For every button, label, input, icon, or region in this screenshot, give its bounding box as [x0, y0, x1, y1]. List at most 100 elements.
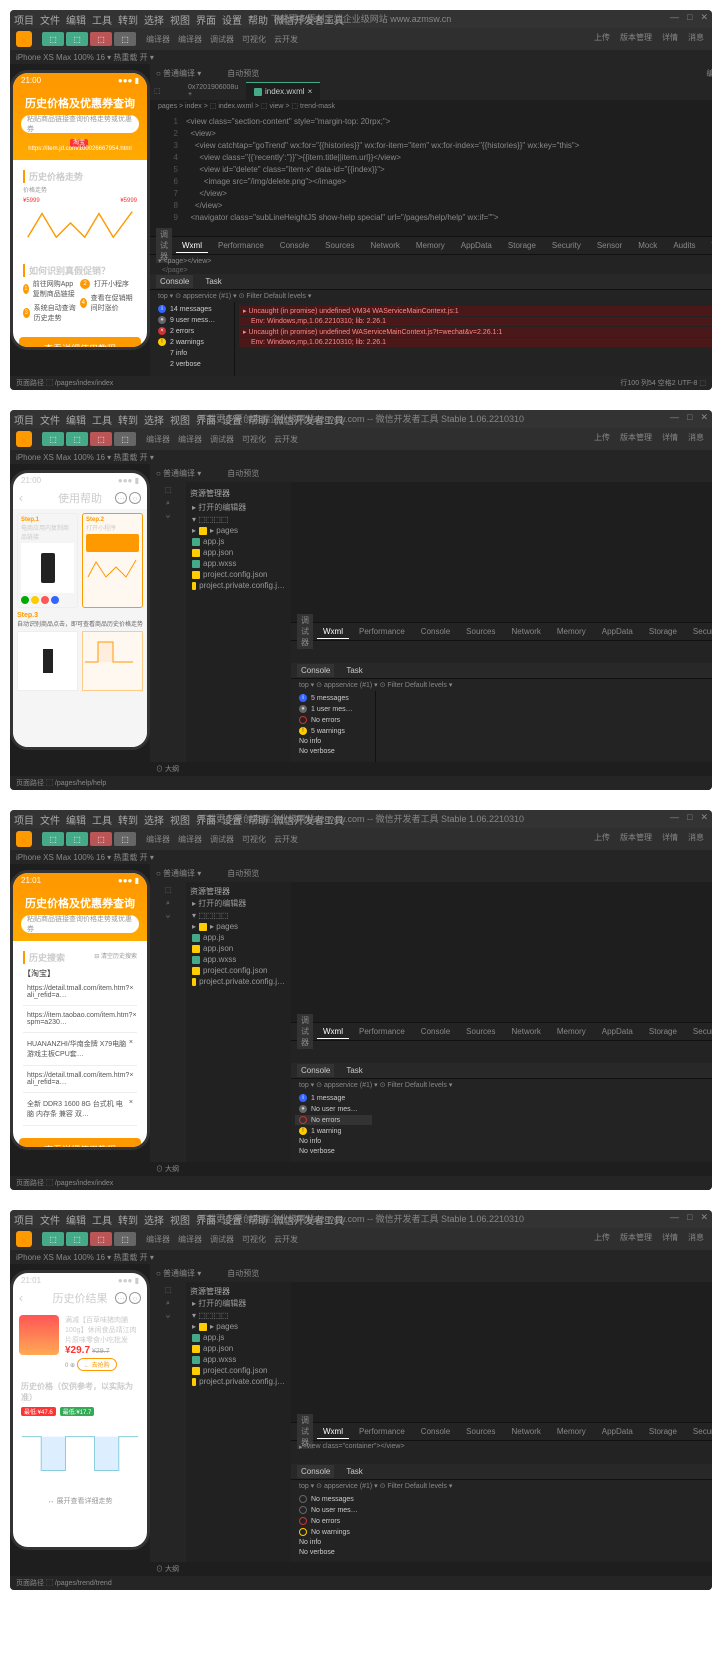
console-tab[interactable]: Console — [297, 1064, 334, 1077]
tree-item[interactable]: app.js — [203, 933, 224, 942]
task-tab[interactable]: Task — [342, 664, 366, 677]
outline-label[interactable]: ⊙ 大纲 — [150, 1562, 712, 1576]
dt-tab[interactable]: Wxml — [317, 625, 349, 639]
dt-tab[interactable]: Security — [687, 1425, 712, 1438]
task-tab[interactable]: Task — [342, 1465, 366, 1478]
msg-count[interactable]: 2 errors — [170, 328, 194, 335]
tree-item[interactable]: ▾ ⬚⬚⬚⬚ — [190, 1310, 287, 1321]
device-bar[interactable]: iPhone XS Max 100% 16 ▾ 热重载 开 ▾ — [10, 1250, 712, 1264]
menu-item[interactable]: 转到 — [118, 1212, 138, 1227]
tree-item[interactable]: project.private.config.j… — [199, 581, 285, 590]
autopreview[interactable]: 自动预览 — [227, 68, 259, 79]
dt-tab[interactable]: Audits — [667, 239, 701, 252]
back-icon[interactable]: ‹ — [19, 491, 23, 505]
expand-button[interactable]: ↔ 展开查看详细走势 — [13, 1496, 147, 1506]
delete-icon[interactable]: × — [129, 1039, 133, 1059]
git-icon[interactable]: ⑂ — [166, 514, 170, 521]
menu-item[interactable]: 工具 — [92, 1212, 112, 1227]
menu-item[interactable]: 选择 — [144, 812, 164, 827]
tb-upload[interactable]: 上传 — [594, 1232, 610, 1243]
menu-item[interactable]: 项目 — [14, 812, 34, 827]
msg-count[interactable]: No user mes… — [311, 1507, 358, 1514]
tree-item[interactable]: app.json — [203, 1344, 233, 1353]
btn[interactable]: ⬚ — [66, 1232, 88, 1246]
dt-tab[interactable]: Performance — [353, 1025, 411, 1038]
compile-actions[interactable]: 编译 预览 真机调试 清缓存 — [706, 68, 712, 79]
hist-item[interactable]: https://item.taobao.com/item.htm?spm=a23… — [27, 1012, 132, 1026]
btn[interactable]: ⬚ — [42, 832, 64, 846]
btn[interactable]: ⬚ — [66, 832, 88, 846]
search-input[interactable]: 粘贴商品链接查询价格走势或优惠券 — [27, 914, 133, 934]
tb-detail[interactable]: 详情 — [662, 1232, 678, 1243]
dt-tab[interactable]: Storage — [643, 1425, 683, 1438]
dt-tab[interactable]: Console — [274, 239, 315, 252]
btn[interactable]: ⬚ — [114, 432, 136, 446]
tree-item[interactable]: ▸ 打开的编辑器 — [190, 897, 287, 910]
console-filter[interactable]: top ▾ ⊙ appservice (#1) ▾ ⊙ Filter Defau… — [299, 681, 452, 689]
menu-item[interactable]: 转到 — [118, 12, 138, 27]
hist-item[interactable]: 全新 DDR3 1600 8G 台式机 电脑 内存条 兼容 双… — [27, 1099, 129, 1119]
git-icon[interactable]: ⑂ — [166, 914, 170, 921]
tb-msg[interactable]: 消息 — [688, 432, 704, 443]
btn[interactable]: ⬚ — [114, 1232, 136, 1246]
menu-item[interactable]: 编辑 — [66, 12, 86, 27]
btn[interactable]: ⬚ — [42, 432, 64, 446]
btn[interactable]: ⬚ — [90, 432, 112, 446]
btn[interactable]: ⬚ — [90, 1232, 112, 1246]
tree-item[interactable]: project.config.json — [203, 570, 267, 579]
tree-item[interactable]: app.json — [203, 944, 233, 953]
menu-item[interactable]: 视图 — [170, 12, 190, 27]
msg-count[interactable]: 9 user mess… — [170, 317, 215, 324]
menu-item[interactable]: 项目 — [14, 412, 34, 427]
tb-detail[interactable]: 详情 — [662, 32, 678, 43]
tree-item[interactable]: ▾ ⬚⬚⬚⬚ — [190, 910, 287, 921]
autopreview[interactable]: 自动预览 — [227, 468, 259, 479]
tree-item[interactable]: app.js — [203, 537, 224, 546]
console-tab[interactable]: Console — [297, 664, 334, 677]
menu-item[interactable]: 文件 — [40, 1212, 60, 1227]
dt-tab[interactable]: Console — [415, 1425, 456, 1438]
msg-count[interactable]: No user mes… — [311, 1106, 358, 1113]
dt-tab[interactable]: Sources — [460, 1425, 501, 1438]
dt-tab[interactable]: Security — [546, 239, 587, 252]
maximize-icon[interactable]: □ — [687, 412, 692, 423]
msg-count[interactable]: 1 warning — [311, 1128, 341, 1135]
minimize-icon[interactable]: — — [670, 1212, 679, 1223]
search-icon[interactable]: ⌕ — [166, 500, 170, 508]
tb-upload[interactable]: 上传 — [594, 32, 610, 43]
msg-count[interactable]: 1 user mes… — [311, 706, 353, 713]
dt-tab[interactable]: Network — [506, 1025, 547, 1038]
close-icon[interactable]: ✕ — [700, 1212, 708, 1223]
msg-count[interactable]: 1 message — [311, 1095, 345, 1102]
tree-item[interactable]: ▸ pages — [210, 1322, 238, 1331]
delete-icon[interactable]: × — [129, 1099, 133, 1119]
search-icon[interactable]: ⌕ — [166, 1300, 170, 1308]
msg-count[interactable]: 2 warnings — [170, 339, 204, 346]
close-icon[interactable]: ✕ — [700, 412, 708, 423]
back-icon[interactable]: ‹ — [19, 1291, 23, 1305]
close-icon[interactable]: × — [308, 87, 313, 96]
tb-version[interactable]: 版本管理 — [620, 832, 652, 843]
menu-item[interactable]: 转到 — [118, 412, 138, 427]
btn-editor2[interactable]: ⬚ — [66, 32, 88, 46]
autopreview[interactable]: 自动预览 — [227, 1268, 259, 1279]
dt-tab[interactable]: Performance — [353, 625, 411, 638]
file-tab[interactable]: index.wxml× — [246, 82, 320, 100]
autopreview[interactable]: 自动预览 — [227, 868, 259, 879]
tb-upload[interactable]: 上传 — [594, 832, 610, 843]
dt-tab[interactable]: Sources — [460, 1025, 501, 1038]
tree-item[interactable]: project.config.json — [203, 1366, 267, 1375]
tree-item[interactable]: app.wxss — [203, 955, 236, 964]
outline-label[interactable]: ⊙ 大纲 — [150, 1162, 712, 1176]
dt-tab[interactable]: Network — [365, 239, 406, 252]
close-icon[interactable]: ✕ — [700, 812, 708, 823]
menu-item[interactable]: 选择 — [144, 1212, 164, 1227]
tb-msg[interactable]: 消息 — [688, 832, 704, 843]
dt-tab[interactable]: Security — [687, 1025, 712, 1038]
tree-item[interactable]: ▸ 打开的编辑器 — [190, 1297, 287, 1310]
tree-item[interactable]: app.wxss — [203, 559, 236, 568]
delete-icon[interactable]: × — [132, 1012, 136, 1026]
compile-mode-select[interactable]: ○ 普通编译 ▾ — [156, 68, 201, 79]
tb-version[interactable]: 版本管理 — [620, 1232, 652, 1243]
files-icon[interactable]: ⬚ — [165, 886, 172, 894]
